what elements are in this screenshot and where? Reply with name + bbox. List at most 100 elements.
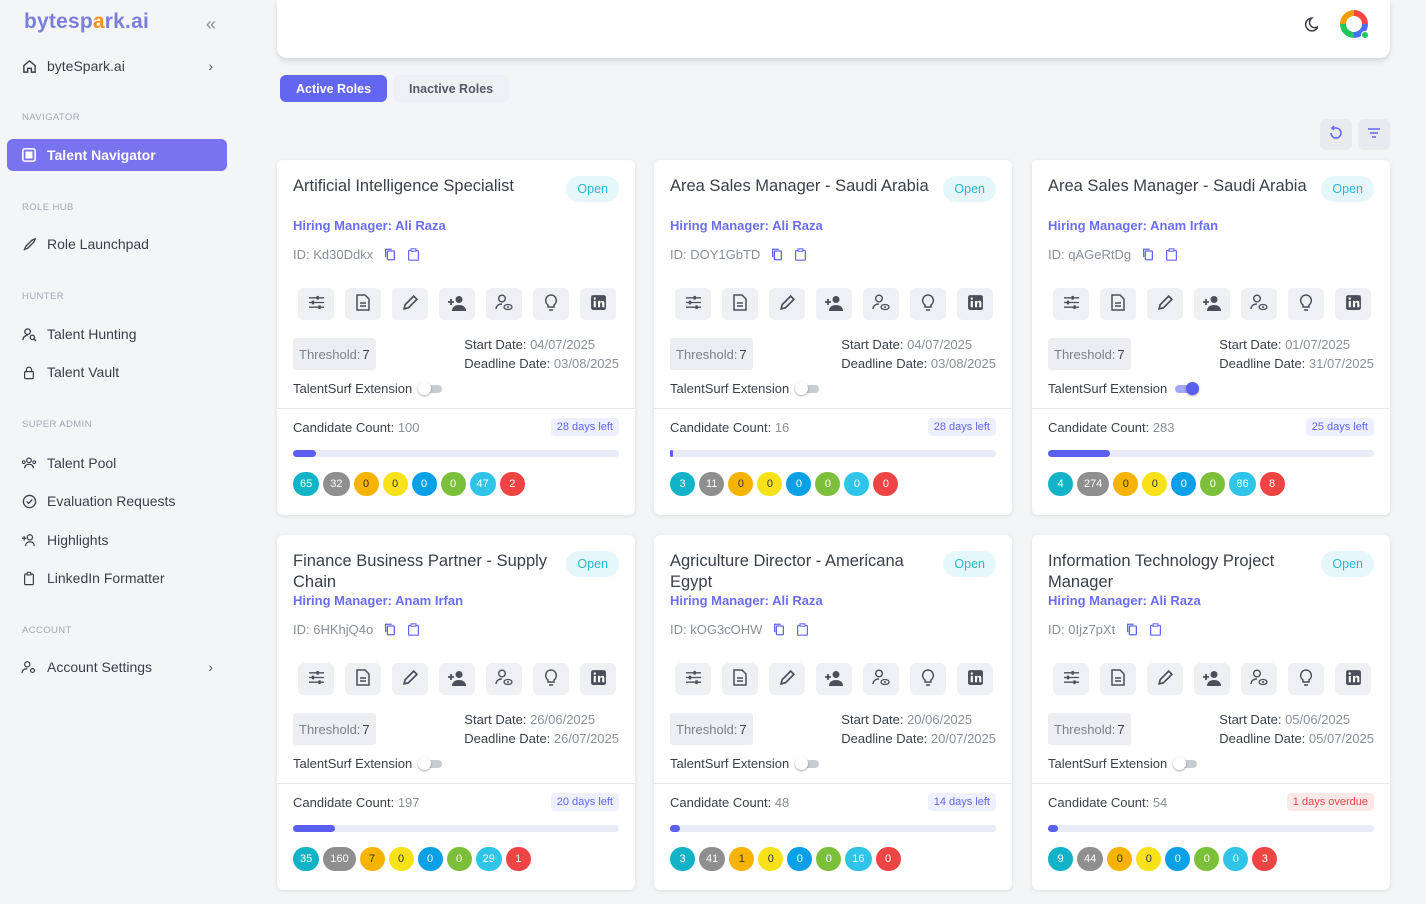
view-candidates-button[interactable] (863, 663, 899, 695)
settings-sliders-button[interactable] (298, 288, 334, 320)
chip-blue[interactable]: 0 (411, 472, 437, 496)
linkedin-button[interactable] (580, 663, 616, 695)
chip-yellow[interactable]: 0 (757, 472, 783, 496)
chip-yellow[interactable]: 0 (1142, 472, 1168, 496)
role-card[interactable]: Finance Business Partner - Supply Chain … (277, 535, 635, 890)
insights-button[interactable] (1288, 663, 1324, 695)
chip-orange[interactable]: 1 (729, 847, 755, 871)
copy-icon[interactable] (1141, 247, 1155, 262)
avatar[interactable] (1340, 10, 1369, 39)
dark-mode-icon[interactable] (1301, 16, 1320, 36)
chip-pending[interactable]: 32 (323, 472, 350, 496)
extension-toggle[interactable] (1175, 381, 1200, 395)
insights-button[interactable] (910, 663, 946, 695)
clipboard-icon[interactable] (1165, 247, 1178, 262)
chip-red[interactable]: 0 (873, 472, 899, 496)
copy-icon[interactable] (770, 247, 784, 262)
insights-button[interactable] (533, 663, 569, 695)
clipboard-icon[interactable] (1149, 622, 1162, 637)
role-card[interactable]: Area Sales Manager - Saudi Arabia Open H… (1032, 160, 1390, 515)
chip-blue[interactable]: 0 (1171, 472, 1197, 496)
chip-sky[interactable]: 47 (469, 472, 496, 496)
sidebar-item-talent-pool[interactable]: Talent Pool (7, 447, 227, 479)
chip-sky[interactable]: 86 (1229, 472, 1256, 496)
extension-toggle[interactable] (795, 381, 820, 395)
extension-toggle[interactable] (795, 756, 820, 770)
chip-red[interactable]: 2 (499, 472, 525, 496)
chip-green[interactable]: 0 (440, 472, 466, 496)
chip-blue[interactable]: 0 (417, 847, 443, 871)
refresh-button[interactable] (1320, 119, 1352, 150)
role-card[interactable]: Artificial Intelligence Specialist Open … (277, 160, 635, 515)
role-title[interactable]: Artificial Intelligence Specialist (293, 176, 563, 197)
view-document-button[interactable] (345, 663, 381, 695)
role-card[interactable]: Area Sales Manager - Saudi Arabia Open H… (654, 160, 1012, 515)
chip-green[interactable]: 0 (816, 847, 842, 871)
linkedin-button[interactable] (957, 288, 993, 320)
insights-button[interactable] (1288, 288, 1324, 320)
chip-total[interactable]: 65 (293, 472, 320, 496)
chip-sky[interactable]: 16 (845, 847, 872, 871)
sidebar-item-role-launchpad[interactable]: Role Launchpad (7, 228, 227, 260)
collapse-sidebar-icon[interactable]: « (206, 14, 216, 35)
view-candidates-button[interactable] (863, 288, 899, 320)
chip-yellow[interactable]: 0 (382, 472, 408, 496)
clipboard-icon[interactable] (407, 247, 420, 262)
chip-green[interactable]: 0 (1200, 472, 1226, 496)
chip-green[interactable]: 0 (815, 472, 841, 496)
chip-yellow[interactable]: 0 (758, 847, 784, 871)
linkedin-button[interactable] (580, 288, 616, 320)
role-title[interactable]: Finance Business Partner - Supply Chain (293, 551, 563, 593)
view-document-button[interactable] (1100, 663, 1136, 695)
edit-role-button[interactable] (1147, 288, 1183, 320)
edit-role-button[interactable] (392, 663, 428, 695)
clipboard-icon[interactable] (796, 622, 809, 637)
view-candidates-button[interactable] (486, 288, 522, 320)
role-card[interactable]: Agriculture Director - Americana Egypt O… (654, 535, 1012, 890)
copy-icon[interactable] (383, 622, 397, 637)
add-candidate-button[interactable] (439, 663, 475, 695)
settings-sliders-button[interactable] (1053, 663, 1089, 695)
view-document-button[interactable] (722, 663, 758, 695)
chip-red[interactable]: 0 (875, 847, 901, 871)
tab-active-roles[interactable]: Active Roles (280, 75, 388, 102)
chip-green[interactable]: 0 (1194, 847, 1220, 871)
chip-pending[interactable]: 41 (699, 847, 726, 871)
add-candidate-button[interactable] (1194, 288, 1230, 320)
edit-role-button[interactable] (769, 663, 805, 695)
sidebar-item-highlights[interactable]: Highlights (7, 524, 227, 556)
org-switcher[interactable]: byteSpark.ai › (7, 50, 227, 82)
chip-red[interactable]: 1 (505, 847, 531, 871)
copy-icon[interactable] (1125, 622, 1139, 637)
view-candidates-button[interactable] (1241, 288, 1277, 320)
chip-orange[interactable]: 0 (1113, 472, 1139, 496)
add-candidate-button[interactable] (1194, 663, 1230, 695)
chip-orange[interactable]: 0 (353, 472, 379, 496)
view-candidates-button[interactable] (1241, 663, 1277, 695)
chip-blue[interactable]: 0 (787, 847, 813, 871)
chip-pending[interactable]: 274 (1077, 472, 1110, 496)
filter-button[interactable] (1358, 119, 1390, 150)
hiring-manager-name[interactable]: Ali Raza (395, 218, 446, 233)
chip-total[interactable]: 9 (1048, 847, 1073, 871)
settings-sliders-button[interactable] (298, 663, 334, 695)
chip-yellow[interactable]: 0 (1136, 847, 1162, 871)
chip-pending[interactable]: 160 (323, 847, 356, 871)
logo[interactable]: bytespark.ai (24, 10, 149, 34)
hiring-manager-name[interactable]: Anam Irfan (1150, 218, 1218, 233)
clipboard-icon[interactable] (794, 247, 807, 262)
view-document-button[interactable] (1100, 288, 1136, 320)
settings-sliders-button[interactable] (675, 288, 711, 320)
insights-button[interactable] (533, 288, 569, 320)
chip-orange[interactable]: 7 (359, 847, 385, 871)
settings-sliders-button[interactable] (675, 663, 711, 695)
chip-orange[interactable]: 0 (1107, 847, 1133, 871)
chip-total[interactable]: 35 (293, 847, 320, 871)
extension-toggle[interactable] (1173, 756, 1198, 770)
insights-button[interactable] (910, 288, 946, 320)
sidebar-item-account-settings[interactable]: Account Settings › (7, 651, 227, 683)
chip-total[interactable]: 3 (670, 847, 695, 871)
role-title[interactable]: Area Sales Manager - Saudi Arabia (1048, 176, 1318, 197)
chip-green[interactable]: 0 (446, 847, 472, 871)
sidebar-item-evaluation-requests[interactable]: Evaluation Requests (7, 485, 227, 517)
